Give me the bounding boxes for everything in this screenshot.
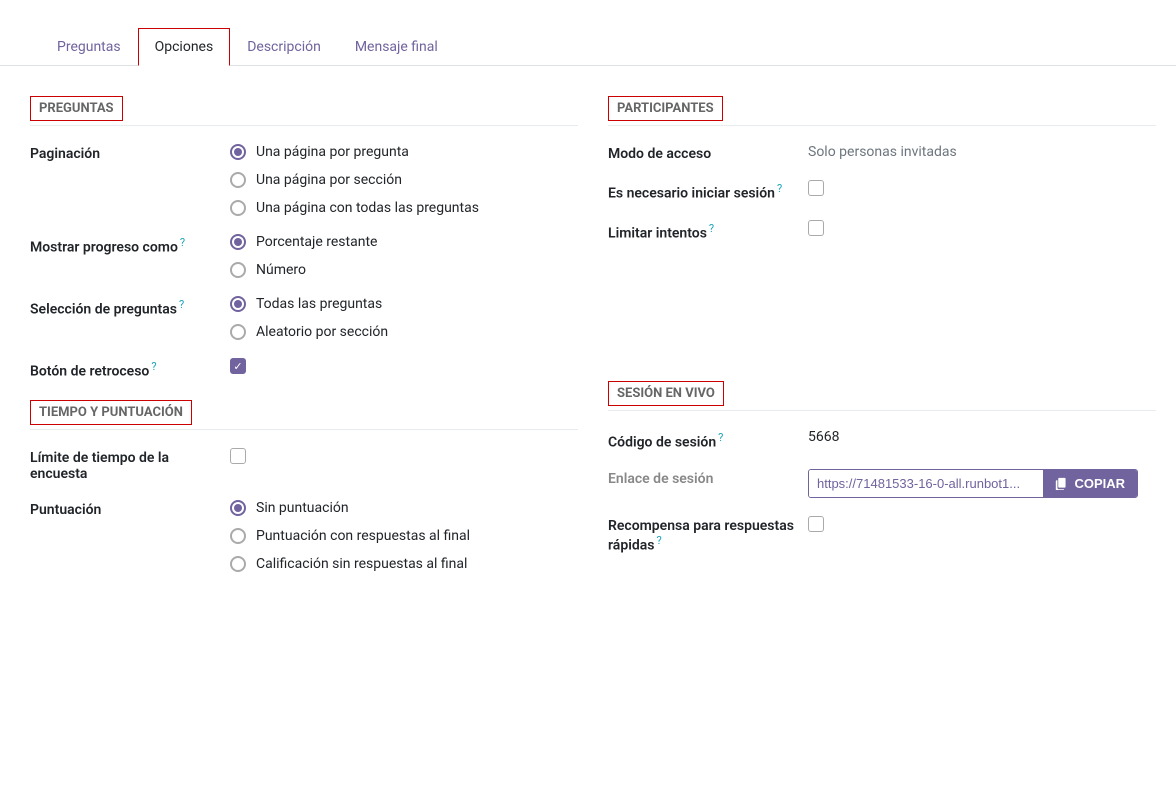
left-column: PREGUNTAS Paginación Una página por preg… (30, 96, 578, 590)
label-limit-attempts: Limitar intentos? (608, 220, 808, 242)
checkbox-fast-reward[interactable] (808, 516, 824, 532)
checkbox-back-button[interactable]: ✓ (230, 358, 246, 374)
copy-button[interactable]: COPIAR (1043, 470, 1137, 497)
radio-progress-number[interactable]: Número (230, 262, 578, 278)
label-pagination: Paginación (30, 144, 230, 162)
tab-final-message[interactable]: Mensaje final (338, 28, 455, 66)
radio-scoring-with-answers[interactable]: Puntuación con respuestas al final (230, 528, 578, 544)
radio-label: Todas las preguntas (256, 296, 382, 312)
radio-icon (230, 144, 246, 160)
help-icon[interactable]: ? (709, 222, 714, 235)
section-participants: PARTICIPANTES Modo de acceso Solo person… (608, 96, 1156, 241)
radio-label: Puntuación con respuestas al final (256, 528, 470, 544)
help-icon[interactable]: ? (777, 182, 782, 195)
label-progress: Mostrar progreso como? (30, 234, 230, 256)
label-login-required: Es necesario iniciar sesión? (608, 180, 808, 202)
radio-label: Una página con todas las preguntas (256, 200, 479, 216)
divider (608, 125, 1156, 126)
radio-icon (230, 324, 246, 340)
copy-icon (1055, 477, 1068, 490)
label-time-limit: Límite de tiempo de la encuesta (30, 448, 230, 482)
label-access-mode: Modo de acceso (608, 144, 808, 162)
checkbox-time-limit[interactable] (230, 448, 246, 464)
tab-options[interactable]: Opciones (138, 28, 231, 66)
section-live-session: SESIÓN EN VIVO Código de sesión? 5668 En… (608, 381, 1156, 553)
value-access-mode: Solo personas invitadas (808, 144, 1156, 160)
field-session-code: Código de sesión? 5668 (608, 429, 1156, 451)
label-back-button: Botón de retroceso? (30, 358, 230, 380)
radio-selection-all[interactable]: Todas las preguntas (230, 296, 578, 312)
copy-button-label: COPIAR (1074, 476, 1125, 491)
radio-pagination-per-section[interactable]: Una página por sección (230, 172, 578, 188)
radio-label: Una página por sección (256, 172, 402, 188)
checkbox-limit-attempts[interactable] (808, 220, 824, 236)
help-icon[interactable]: ? (718, 431, 723, 444)
label-selection: Selección de preguntas? (30, 296, 230, 318)
tab-questions[interactable]: Preguntas (40, 28, 138, 66)
field-fast-reward: Recompensa para respuestas rápidas? (608, 516, 1156, 554)
radio-label: Aleatorio por sección (256, 324, 388, 340)
value-session-code: 5668 (808, 429, 1156, 445)
section-title-time-scoring: TIEMPO Y PUNTUACIÓN (30, 400, 192, 425)
radio-scoring-without-answers[interactable]: Calificación sin respuestas al final (230, 556, 578, 572)
label-scoring: Puntuación (30, 500, 230, 518)
radio-progress-percentage[interactable]: Porcentaje restante (230, 234, 578, 250)
field-scoring: Puntuación Sin puntuación Puntuación con… (30, 500, 578, 572)
radio-label: Calificación sin respuestas al final (256, 556, 467, 572)
field-session-link: Enlace de sesión COPIAR (608, 469, 1156, 498)
radio-selection-random[interactable]: Aleatorio por sección (230, 324, 578, 340)
field-time-limit: Límite de tiempo de la encuesta (30, 448, 578, 482)
radio-icon (230, 200, 246, 216)
divider (30, 125, 578, 126)
radio-label: Número (256, 262, 306, 278)
radio-label: Una página por pregunta (256, 144, 409, 160)
field-back-button: Botón de retroceso? ✓ (30, 358, 578, 380)
radio-pagination-per-question[interactable]: Una página por pregunta (230, 144, 578, 160)
radio-scoring-none[interactable]: Sin puntuación (230, 500, 578, 516)
field-pagination: Paginación Una página por pregunta Una p… (30, 144, 578, 216)
help-icon[interactable]: ? (656, 534, 661, 547)
session-link-group: COPIAR (808, 469, 1138, 498)
section-title-questions: PREGUNTAS (30, 96, 123, 121)
radio-icon (230, 296, 246, 312)
label-session-link: Enlace de sesión (608, 469, 808, 487)
radio-icon (230, 262, 246, 278)
radio-icon (230, 234, 246, 250)
options-panel: PREGUNTAS Paginación Una página por preg… (0, 66, 1176, 620)
right-column: PARTICIPANTES Modo de acceso Solo person… (608, 96, 1156, 590)
radio-icon (230, 556, 246, 572)
checkbox-login-required[interactable] (808, 180, 824, 196)
radio-icon (230, 500, 246, 516)
radio-icon (230, 172, 246, 188)
radio-pagination-one-page[interactable]: Una página con todas las preguntas (230, 200, 578, 216)
label-fast-reward: Recompensa para respuestas rápidas? (608, 516, 808, 554)
label-session-code: Código de sesión? (608, 429, 808, 451)
divider (608, 410, 1156, 411)
section-time-scoring: TIEMPO Y PUNTUACIÓN Límite de tiempo de … (30, 400, 578, 572)
tabs-bar: Preguntas Opciones Descripción Mensaje f… (0, 0, 1176, 66)
help-icon[interactable]: ? (151, 360, 156, 373)
divider (30, 429, 578, 430)
radio-icon (230, 528, 246, 544)
section-title-participants: PARTICIPANTES (608, 96, 723, 121)
field-selection: Selección de preguntas? Todas las pregun… (30, 296, 578, 340)
field-limit-attempts: Limitar intentos? (608, 220, 1156, 242)
section-title-live-session: SESIÓN EN VIVO (608, 381, 724, 406)
field-access-mode: Modo de acceso Solo personas invitadas (608, 144, 1156, 162)
radio-label: Sin puntuación (256, 500, 349, 516)
section-questions: PREGUNTAS Paginación Una página por preg… (30, 96, 578, 380)
field-login-required: Es necesario iniciar sesión? (608, 180, 1156, 202)
session-link-input[interactable] (809, 470, 1043, 497)
field-progress: Mostrar progreso como? Porcentaje restan… (30, 234, 578, 278)
help-icon[interactable]: ? (180, 236, 185, 249)
radio-label: Porcentaje restante (256, 234, 377, 250)
help-icon[interactable]: ? (179, 298, 184, 311)
tab-description[interactable]: Descripción (230, 28, 338, 66)
